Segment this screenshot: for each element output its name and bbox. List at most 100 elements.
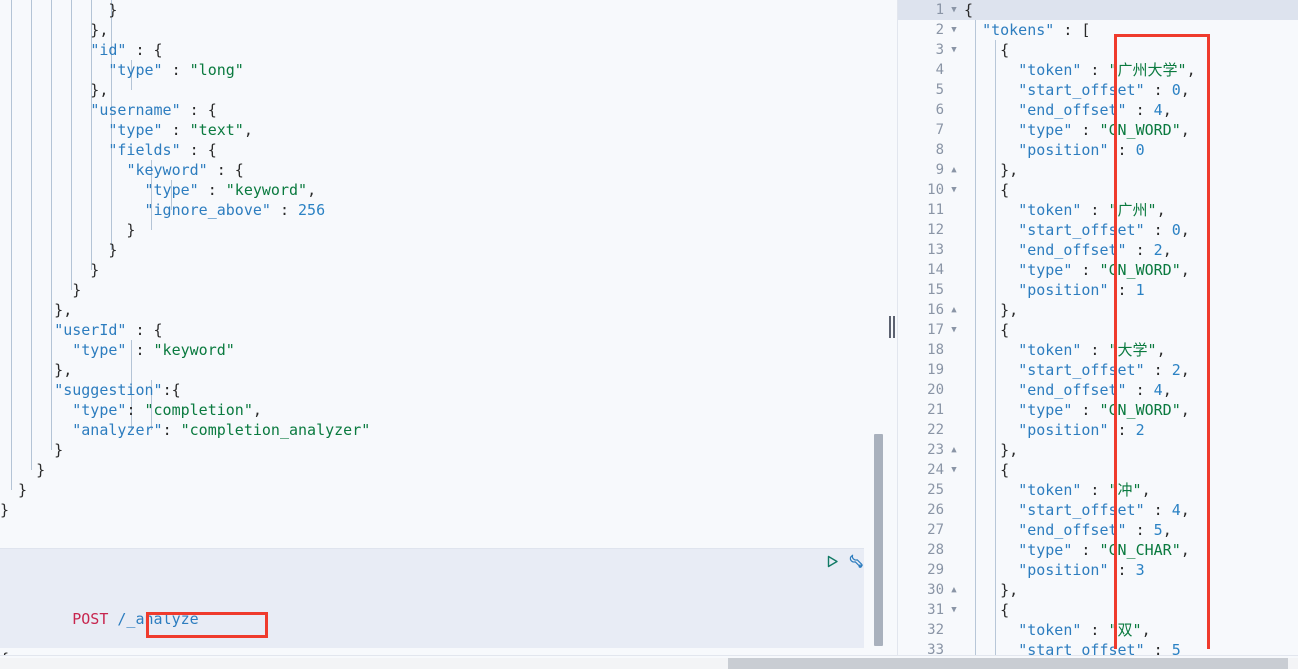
request-code-line[interactable]: "userId" : { — [0, 320, 872, 340]
request-line-method[interactable]: POST /_analyze — [0, 589, 864, 628]
response-code-line[interactable]: 2 ▼ "tokens" : [ — [898, 20, 1298, 40]
response-code-line[interactable]: 13 "end_offset" : 2, — [898, 240, 1298, 260]
request-code-line[interactable]: } — [0, 0, 872, 20]
line-number: 15 — [927, 282, 944, 298]
request-code-line[interactable]: } — [0, 220, 872, 240]
request-code-line[interactable]: "type" : "text", — [0, 120, 872, 140]
fold-down-icon[interactable]: ▼ — [948, 320, 960, 340]
splitter-grip-icon[interactable] — [888, 316, 896, 338]
response-code-line[interactable]: 11 "token" : "广州", — [898, 200, 1298, 220]
response-code-line[interactable]: 17 ▼ { — [898, 320, 1298, 340]
response-code-line[interactable]: 33 "start_offset" : 5 — [898, 640, 1298, 655]
wrench-icon[interactable] — [847, 553, 864, 570]
fold-down-icon[interactable]: ▼ — [948, 40, 960, 60]
request-code-line[interactable]: "type" : "keyword", — [0, 180, 872, 200]
request-code[interactable]: } }, "id" : { "type" : "long" }, "userna… — [0, 0, 872, 548]
request-code-line[interactable]: } — [0, 500, 872, 520]
response-code-line[interactable]: 7 "type" : "CN_WORD", — [898, 120, 1298, 140]
response-code-line[interactable]: 24 ▼ { — [898, 460, 1298, 480]
fold-down-icon[interactable]: ▼ — [948, 600, 960, 620]
response-code-line[interactable]: 6 "end_offset" : 4, — [898, 100, 1298, 120]
response-code-line[interactable]: 29 "position" : 3 — [898, 560, 1298, 580]
request-code-line[interactable]: }, — [0, 300, 872, 320]
response-code-line[interactable]: 31 ▼ { — [898, 600, 1298, 620]
request-code-line[interactable]: } — [0, 480, 872, 500]
response-code-line[interactable]: 12 "start_offset" : 0, — [898, 220, 1298, 240]
request-code-line[interactable]: } — [0, 280, 872, 300]
request-code-line[interactable]: } — [0, 440, 872, 460]
request-code-line[interactable]: "type" : "long" — [0, 60, 872, 80]
scrollbar-thumb[interactable] — [874, 434, 883, 646]
request-code-line[interactable]: }, — [0, 360, 872, 380]
line-number: 5 — [935, 82, 944, 98]
response-code-line[interactable]: 9 ▲ }, — [898, 160, 1298, 180]
response-code-line[interactable]: 3 ▼ { — [898, 40, 1298, 60]
request-code-line[interactable]: "ignore_above" : 256 — [0, 200, 872, 220]
code-text: "position" : 0 — [1018, 141, 1145, 159]
request-code-line[interactable]: }, — [0, 20, 872, 40]
code-text: { — [964, 181, 1010, 199]
code-text: }, — [0, 21, 109, 39]
response-code-line[interactable]: 19 "start_offset" : 2, — [898, 360, 1298, 380]
request-actions[interactable] — [825, 553, 864, 570]
code-text: "start_offset" : 0, — [1018, 221, 1190, 239]
request-code-line[interactable]: "fields" : { — [0, 140, 872, 160]
response-code-line[interactable]: 18 "token" : "大学", — [898, 340, 1298, 360]
response-code-line[interactable]: 21 "type" : "CN_WORD", — [898, 400, 1298, 420]
response-code-line[interactable]: 28 "type" : "CN_CHAR", — [898, 540, 1298, 560]
request-code-line[interactable]: "id" : { — [0, 40, 872, 60]
analyze-request-block[interactable]: POST /_analyze { "text": "广州大学冲双一流！", "a… — [0, 548, 864, 655]
line-number: 33 — [927, 642, 944, 655]
code-text: "token" : "双", — [1018, 621, 1151, 639]
scrollbar-thumb[interactable] — [728, 658, 1288, 669]
request-code-line[interactable]: "suggestion":{ — [0, 380, 872, 400]
response-code-line[interactable]: 30 ▲ }, — [898, 580, 1298, 600]
response-code-line[interactable]: 27 "end_offset" : 5, — [898, 520, 1298, 540]
response-code-line[interactable]: 15 "position" : 1 — [898, 280, 1298, 300]
response-code-line[interactable]: 16 ▲ }, — [898, 300, 1298, 320]
fold-down-icon[interactable]: ▼ — [948, 180, 960, 200]
fold-down-icon[interactable]: ▼ — [948, 460, 960, 480]
request-code-line[interactable]: "type": "completion", — [0, 400, 872, 420]
pane-splitter[interactable] — [886, 0, 898, 655]
code-text: "end_offset" : 5, — [1018, 521, 1172, 539]
line-number: 9 — [935, 162, 944, 178]
code-text: }, — [964, 441, 1019, 459]
fold-down-icon[interactable]: ▼ — [948, 0, 960, 20]
response-code-line[interactable]: 8 "position" : 0 — [898, 140, 1298, 160]
fold-up-icon[interactable]: ▲ — [948, 440, 960, 460]
response-code-line[interactable]: 10 ▼ { — [898, 180, 1298, 200]
request-code-line[interactable]: } — [0, 260, 872, 280]
response-code-line[interactable]: 1 ▼{ — [898, 0, 1298, 20]
response-code-line[interactable]: 22 "position" : 2 — [898, 420, 1298, 440]
fold-down-icon[interactable]: ▼ — [948, 20, 960, 40]
response-code-line[interactable]: 4 "token" : "广州大学", — [898, 60, 1298, 80]
request-code-line[interactable]: "analyzer": "completion_analyzer" — [0, 420, 872, 440]
response-code-line[interactable]: 25 "token" : "冲", — [898, 480, 1298, 500]
response-code-line[interactable]: 14 "type" : "CN_WORD", — [898, 260, 1298, 280]
code-text: } — [0, 241, 118, 259]
response-code-line[interactable]: 20 "end_offset" : 4, — [898, 380, 1298, 400]
code-text: } — [0, 461, 46, 479]
fold-up-icon[interactable]: ▲ — [948, 300, 960, 320]
response-pane[interactable]: 1 ▼{2 ▼ "tokens" : [3 ▼ {4 "token" : "广州大学"… — [898, 0, 1298, 655]
request-code-line[interactable]: } — [0, 240, 872, 260]
fold-up-icon[interactable]: ▲ — [948, 580, 960, 600]
code-text: "token" : "广州", — [1018, 201, 1166, 219]
response-code-line[interactable]: 5 "start_offset" : 0, — [898, 80, 1298, 100]
response-code[interactable]: 1 ▼{2 ▼ "tokens" : [3 ▼ {4 "token" : "广州大学"… — [898, 0, 1298, 655]
request-code-line[interactable]: } — [0, 460, 872, 480]
code-text: { — [964, 461, 1010, 479]
response-code-line[interactable]: 32 "token" : "双", — [898, 620, 1298, 640]
request-code-line[interactable]: }, — [0, 80, 872, 100]
request-code-line[interactable]: "type" : "keyword" — [0, 340, 872, 360]
request-pane[interactable]: } }, "id" : { "type" : "long" }, "userna… — [0, 0, 872, 655]
request-code-line[interactable]: "keyword" : { — [0, 160, 872, 180]
request-code-line[interactable]: "username" : { — [0, 100, 872, 120]
response-code-line[interactable]: 23 ▲ }, — [898, 440, 1298, 460]
line-number: 2 — [935, 22, 944, 38]
response-code-line[interactable]: 26 "start_offset" : 4, — [898, 500, 1298, 520]
fold-up-icon[interactable]: ▲ — [948, 160, 960, 180]
horizontal-scrollbar[interactable] — [0, 655, 1298, 669]
play-triangle-icon[interactable] — [825, 554, 840, 569]
